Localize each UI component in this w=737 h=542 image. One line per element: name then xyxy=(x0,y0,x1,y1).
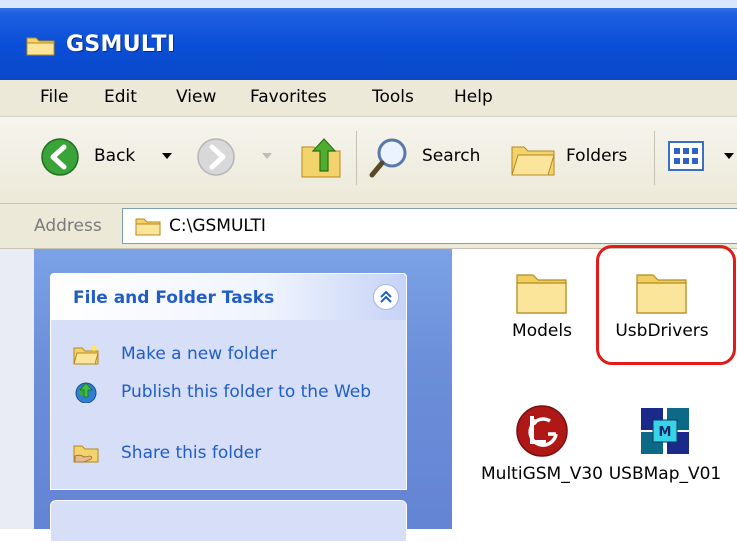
up-folder-icon xyxy=(301,138,341,178)
menu-favorites[interactable]: Favorites xyxy=(250,87,327,107)
file-folder-tasks-panel: File and Folder Tasks Make a new folder xyxy=(50,273,407,490)
search-icon xyxy=(369,138,407,178)
tasks-heading: File and Folder Tasks xyxy=(73,288,275,308)
back-dropdown-icon[interactable] xyxy=(162,153,172,161)
file-item-usbmap[interactable]: M USBMap_V01 xyxy=(600,404,730,484)
address-bar: Address C:\GSMULTI xyxy=(0,204,737,249)
task-pane: File and Folder Tasks Make a new folder xyxy=(0,249,452,542)
forward-button[interactable] xyxy=(196,137,276,179)
toolbar: Back Search Folders xyxy=(0,117,737,204)
back-button[interactable]: Back xyxy=(40,137,182,179)
folders-label: Folders xyxy=(566,146,628,166)
menu-tools[interactable]: Tools xyxy=(372,87,414,107)
task-make-new-folder[interactable]: Make a new folder xyxy=(73,343,393,367)
menu-view[interactable]: View xyxy=(176,87,216,107)
file-item-models[interactable]: Models xyxy=(477,269,607,341)
folder-icon xyxy=(26,37,55,56)
toolbar-separator xyxy=(654,131,655,185)
window-top-edge xyxy=(0,0,737,8)
usbmap-app-icon: M xyxy=(641,408,689,454)
task-label: Share this folder xyxy=(121,443,262,463)
folders-button[interactable]: Folders xyxy=(510,135,642,181)
forward-dropdown-icon[interactable] xyxy=(262,153,272,161)
other-places-panel xyxy=(50,500,407,542)
views-icon xyxy=(668,141,704,171)
task-label: Publish this folder to the Web xyxy=(121,382,372,402)
new-folder-icon xyxy=(73,345,99,365)
lg-logo-icon xyxy=(516,405,568,457)
window-title: GSMULTI xyxy=(66,32,176,57)
forward-arrow-icon xyxy=(197,138,235,176)
menu-bar: File Edit View Favorites Tools Help xyxy=(0,80,737,117)
search-label: Search xyxy=(422,146,481,166)
folder-icon xyxy=(516,274,567,314)
address-label: Address xyxy=(34,216,102,236)
publish-web-icon xyxy=(75,382,97,403)
task-share-folder[interactable]: Share this folder xyxy=(73,442,393,466)
task-publish-to-web[interactable]: Publish this folder to the Web xyxy=(73,381,393,429)
views-button[interactable] xyxy=(668,141,737,177)
menu-edit[interactable]: Edit xyxy=(104,87,137,107)
pane-left-edge xyxy=(0,249,34,529)
title-bar: GSMULTI xyxy=(0,0,737,80)
share-folder-icon xyxy=(73,445,99,463)
highlight-annotation xyxy=(596,245,736,365)
file-label: USBMap_V01 xyxy=(608,464,722,484)
folder-icon xyxy=(135,218,161,236)
back-label: Back xyxy=(94,146,136,166)
file-label: MultiGSM_V30 xyxy=(481,464,603,484)
task-label: Make a new folder xyxy=(121,344,277,364)
address-path: C:\GSMULTI xyxy=(169,216,266,236)
up-folder-button[interactable] xyxy=(300,135,344,181)
menu-help[interactable]: Help xyxy=(454,87,493,107)
toolbar-separator xyxy=(356,131,357,185)
folders-icon xyxy=(511,146,555,176)
address-input[interactable]: C:\GSMULTI xyxy=(122,208,737,244)
file-item-multigsm[interactable]: MultiGSM_V30 xyxy=(477,404,607,484)
views-dropdown-icon[interactable] xyxy=(724,153,734,161)
file-label: Models xyxy=(512,321,572,341)
tasks-header[interactable]: File and Folder Tasks xyxy=(51,274,406,320)
back-arrow-icon xyxy=(41,138,79,176)
search-button[interactable]: Search xyxy=(368,135,498,181)
svg-text:M: M xyxy=(659,425,672,440)
menu-file[interactable]: File xyxy=(40,87,68,107)
chevron-up-icon xyxy=(380,290,392,303)
collapse-button[interactable] xyxy=(373,284,399,310)
